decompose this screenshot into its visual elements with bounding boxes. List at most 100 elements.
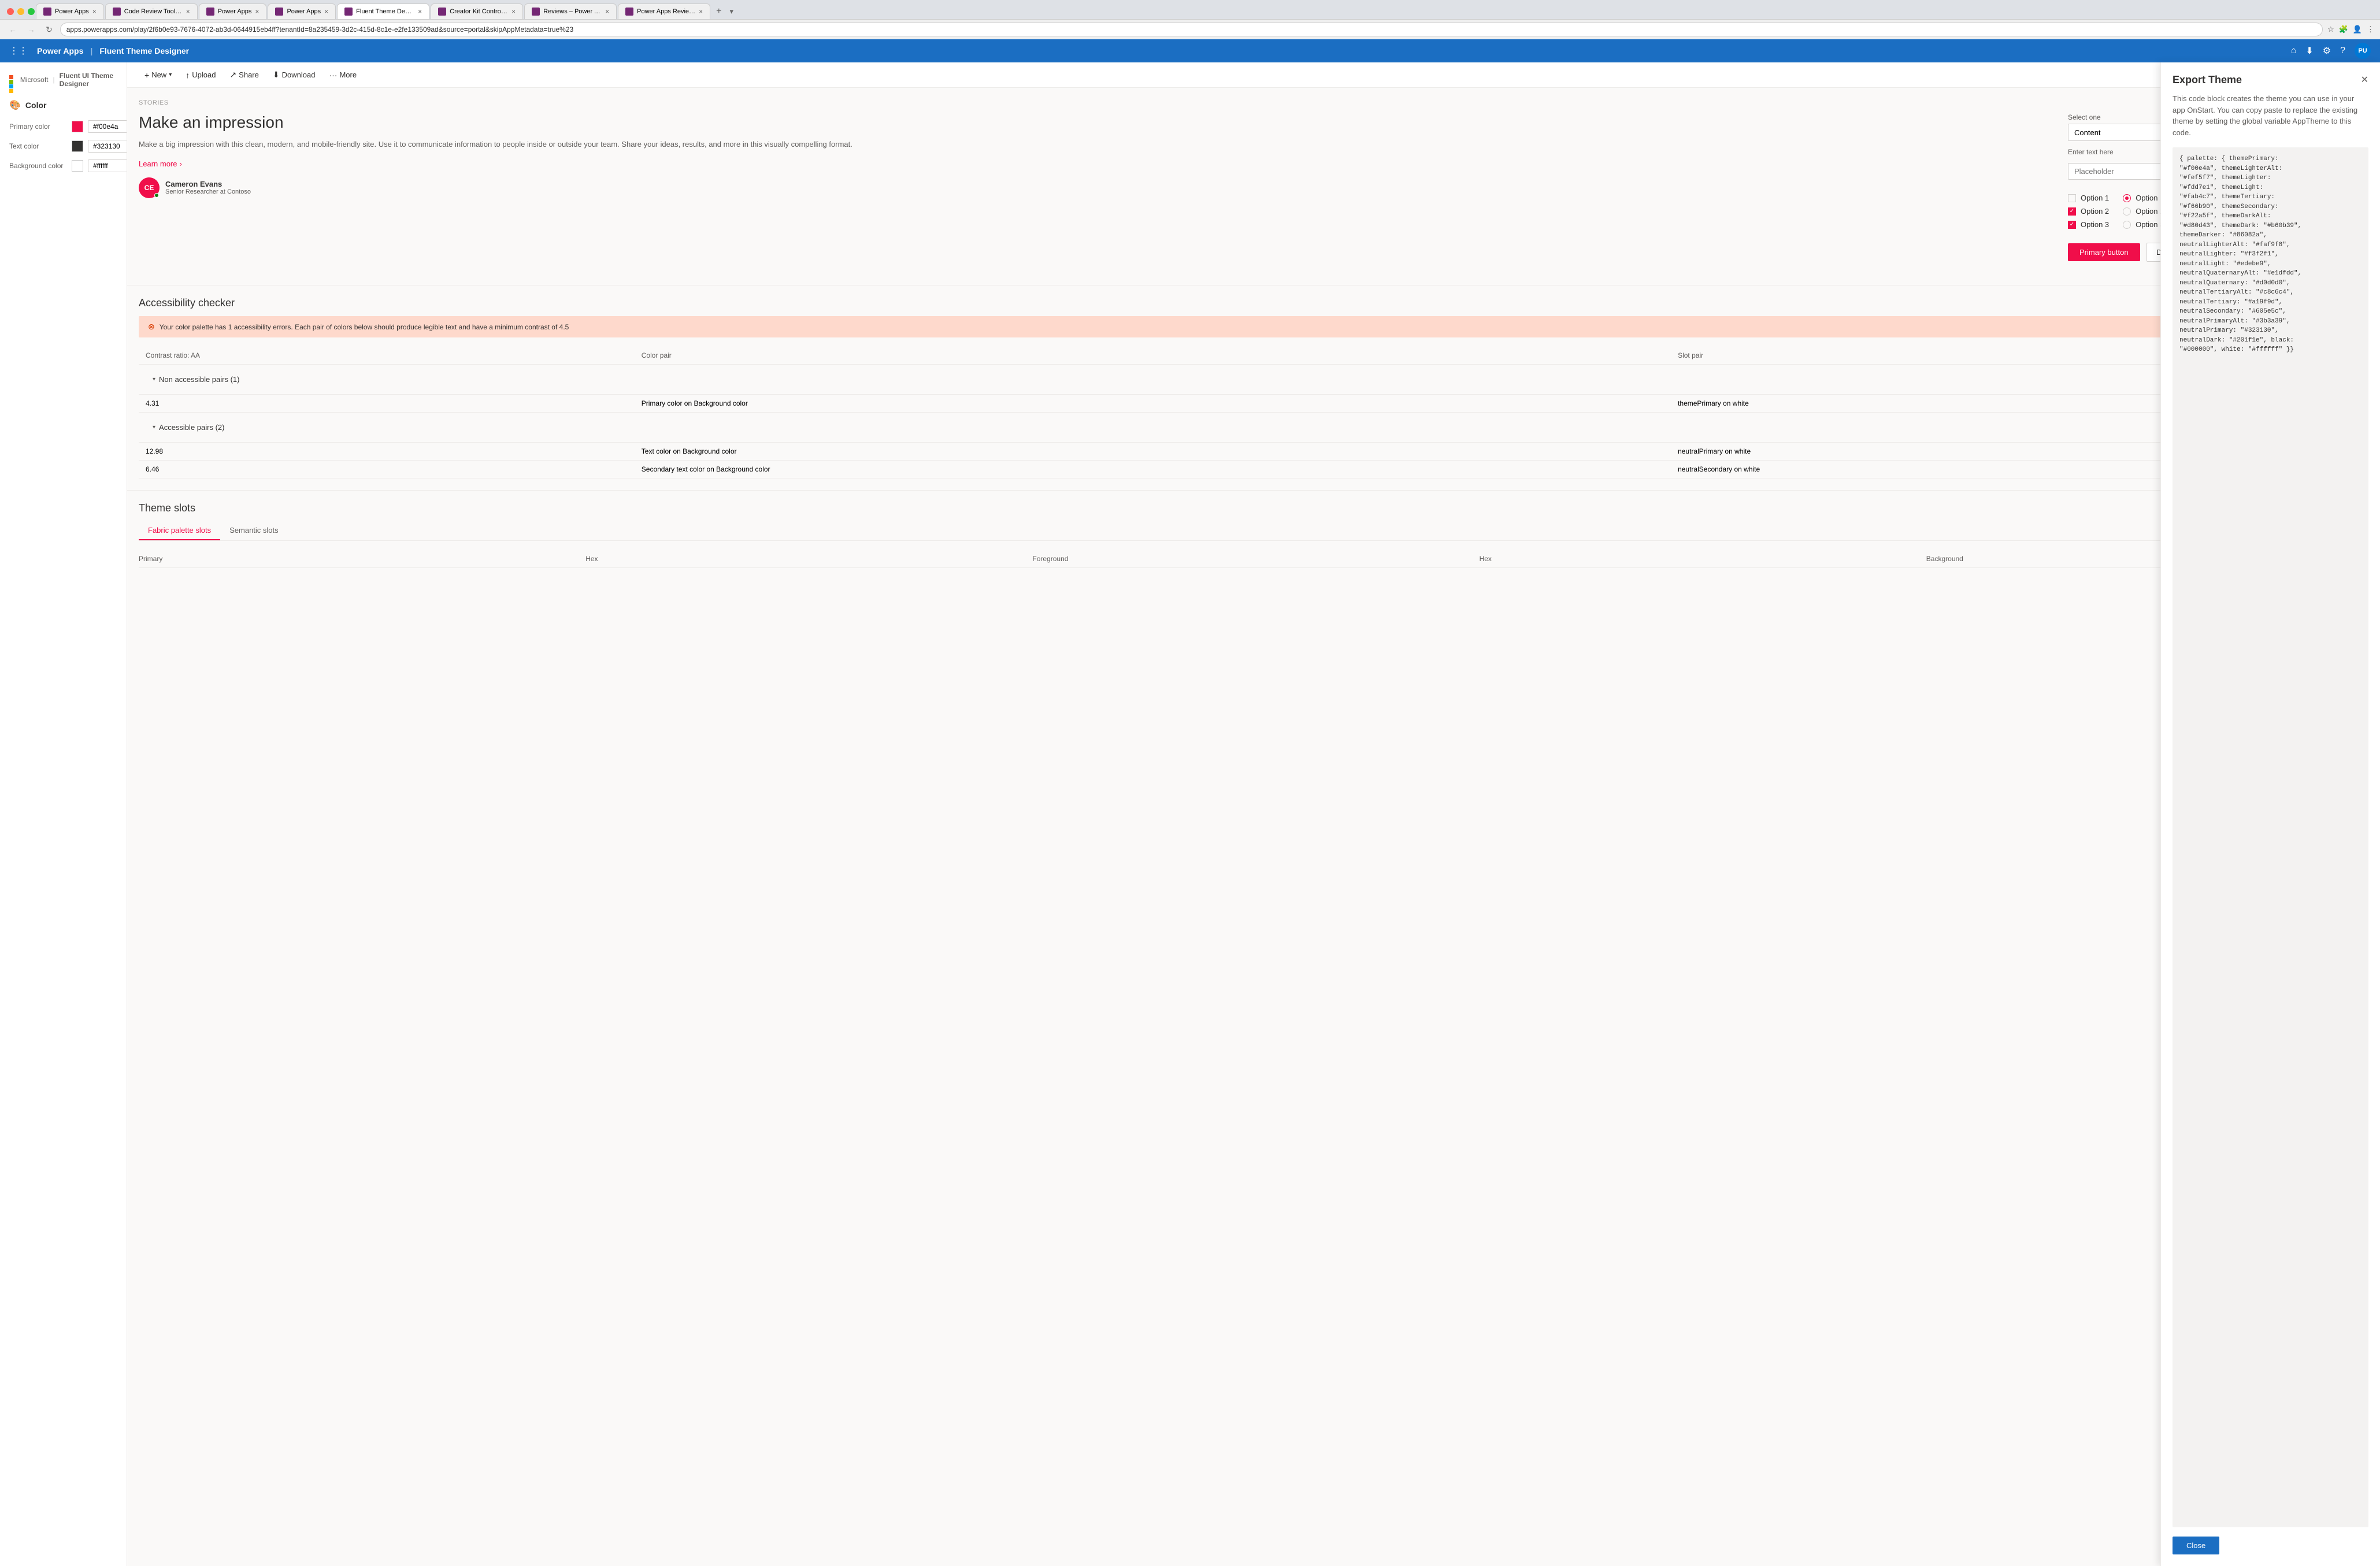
preview-grid: Make an impression Make a big impression… (139, 113, 2368, 262)
primary-color-swatch[interactable] (72, 121, 83, 132)
non-accessible-group-label: Non accessible pairs (1) (159, 375, 239, 384)
help-icon-button[interactable]: ? (2340, 46, 2345, 56)
text-color-label: Text color (9, 142, 67, 150)
menu-icon[interactable]: ⋮ (2367, 25, 2374, 34)
tab-label-7: Reviews – Power Apps (543, 8, 602, 15)
browser-tab-6[interactable]: Creator Kit Control Refere... × (431, 3, 523, 19)
app-bar-actions: ⌂ ⬇ ⚙ ? PU (2291, 43, 2371, 59)
ms-square-red (9, 75, 13, 79)
primary-color-input[interactable] (88, 120, 127, 133)
non-accessible-ratio-1: 4.31 (139, 395, 635, 413)
tab-favicon-4 (275, 8, 283, 16)
slot-tab-fabric[interactable]: Fabric palette slots (139, 521, 220, 540)
refresh-button[interactable]: ↻ (43, 23, 55, 36)
slot-th-hex2: Hex (1480, 555, 1922, 563)
share-button[interactable]: ↗ Share (224, 67, 264, 83)
browser-tab-1[interactable]: Power Apps × (36, 3, 104, 19)
non-accessible-group-header[interactable]: ▾ Non accessible pairs (1) (139, 365, 2368, 395)
tab-favicon-7 (532, 8, 540, 16)
primary-button[interactable]: Primary button (2068, 243, 2140, 261)
checkbox-label-1: Option 1 (2081, 194, 2109, 202)
radio-label-3: Option 3 (2136, 220, 2164, 229)
forward-button[interactable]: → (24, 23, 38, 36)
radio-row-3: Option 3 (2123, 220, 2164, 229)
more-button[interactable]: ··· More (323, 68, 362, 83)
main-content: + New ▾ ↑ Upload ↗ Share ⬇ Download ··· … (127, 62, 2380, 1566)
hero-section: Make an impression Make a big impression… (139, 113, 2056, 262)
browser-tab-5[interactable]: Fluent Theme Designer -... × (337, 3, 429, 19)
extensions-icon[interactable]: 🧩 (2339, 25, 2348, 34)
download-icon-button[interactable]: ⬇ (2305, 45, 2313, 57)
new-tab-button[interactable]: + (711, 4, 726, 19)
tab-close-6[interactable]: × (511, 8, 516, 16)
tab-label-4: Power Apps (287, 8, 321, 15)
brand-logo: Microsoft | Fluent UI Theme Designer (9, 72, 117, 88)
learn-more-label: Learn more (139, 159, 177, 168)
export-panel-header: Export Theme ✕ (2173, 74, 2368, 86)
back-button[interactable]: ← (6, 23, 20, 36)
url-bar[interactable]: apps.powerapps.com/play/2f6b0e93-7676-40… (60, 23, 2323, 36)
text-color-input[interactable] (88, 140, 127, 153)
browser-tab-7[interactable]: Reviews – Power Apps × (524, 3, 617, 19)
export-close-x-button[interactable]: ✕ (2361, 74, 2368, 86)
browser-tab-4[interactable]: Power Apps × (268, 3, 336, 19)
accessible-color-pair-1: Text color on Background color (635, 443, 1671, 461)
background-color-swatch[interactable] (72, 160, 83, 172)
tab-close-8[interactable]: × (699, 8, 703, 16)
tab-dropdown-button[interactable]: ▾ (730, 7, 734, 16)
upload-button[interactable]: ↑ Upload (180, 68, 221, 83)
tab-close-7[interactable]: × (605, 8, 609, 16)
radio-2[interactable] (2123, 207, 2131, 216)
radio-row-2: Option 2 (2123, 207, 2164, 216)
export-close-button[interactable]: Close (2173, 1537, 2219, 1554)
text-color-row: Text color (9, 140, 117, 153)
theme-slots-section: Theme slots Fabric palette slots Semanti… (127, 490, 2380, 580)
user-name: Cameron Evans (165, 180, 251, 188)
accessible-ratio-2: 6.46 (139, 461, 635, 478)
user-avatar-button[interactable]: PU (2355, 43, 2371, 59)
profile-icon[interactable]: 👤 (2353, 25, 2362, 34)
slot-th-primary: Primary (139, 555, 581, 563)
non-accessible-color-pair-1: Primary color on Background color (635, 395, 1671, 413)
new-icon: + (144, 70, 149, 80)
minimize-window-button[interactable] (17, 8, 24, 15)
slot-th-hex1: Hex (585, 555, 1028, 563)
user-info: Cameron Evans Senior Researcher at Conto… (165, 180, 251, 195)
tab-close-2[interactable]: × (186, 8, 190, 16)
slot-tab-semantic[interactable]: Semantic slots (220, 521, 288, 540)
theme-slots-heading: Theme slots (139, 502, 2368, 514)
download-button[interactable]: ⬇ Download (267, 67, 321, 83)
radio-3[interactable] (2123, 221, 2131, 229)
checkbox-2[interactable]: ✓ (2068, 207, 2076, 216)
tab-close-1[interactable]: × (92, 8, 97, 16)
page-title: Fluent Theme Designer (99, 46, 189, 55)
export-panel: Export Theme ✕ This code block creates t… (2160, 62, 2380, 1566)
checkmark-icon-3: ✓ (2070, 221, 2074, 228)
checkbox-3[interactable]: ✓ (2068, 221, 2076, 229)
settings-icon-button[interactable]: ⚙ (2323, 45, 2331, 57)
maximize-window-button[interactable] (28, 8, 35, 15)
browser-tab-3[interactable]: Power Apps × (199, 3, 267, 19)
tab-close-4[interactable]: × (324, 8, 328, 16)
home-icon-button[interactable]: ⌂ (2291, 46, 2297, 56)
grid-icon: ⋮⋮ (9, 45, 28, 57)
accessible-group-header[interactable]: ▾ Accessible pairs (2) (139, 413, 2368, 443)
learn-more-chevron-icon: › (179, 159, 181, 168)
tab-favicon-5 (344, 8, 353, 16)
checkbox-1[interactable] (2068, 194, 2076, 202)
microsoft-logo (9, 75, 16, 84)
learn-more-link[interactable]: Learn more › (139, 159, 2056, 168)
close-window-button[interactable] (7, 8, 14, 15)
radio-1[interactable] (2123, 194, 2131, 202)
bookmark-star-icon[interactable]: ☆ (2327, 25, 2334, 34)
tab-close-5[interactable]: × (418, 8, 422, 16)
new-button[interactable]: + New ▾ (139, 68, 177, 83)
text-color-swatch[interactable] (72, 140, 83, 152)
tab-close-3[interactable]: × (255, 8, 259, 16)
color-section-header: 🎨 Color (9, 99, 117, 111)
browser-tab-2[interactable]: Code Review Tool Experim... × (105, 3, 198, 19)
browser-tab-8[interactable]: Power Apps Review Tool... × (618, 3, 710, 19)
radio-row-1: Option 1 (2123, 194, 2164, 202)
app-grid-button[interactable]: ⋮⋮ (9, 45, 28, 57)
background-color-input[interactable] (88, 159, 127, 172)
